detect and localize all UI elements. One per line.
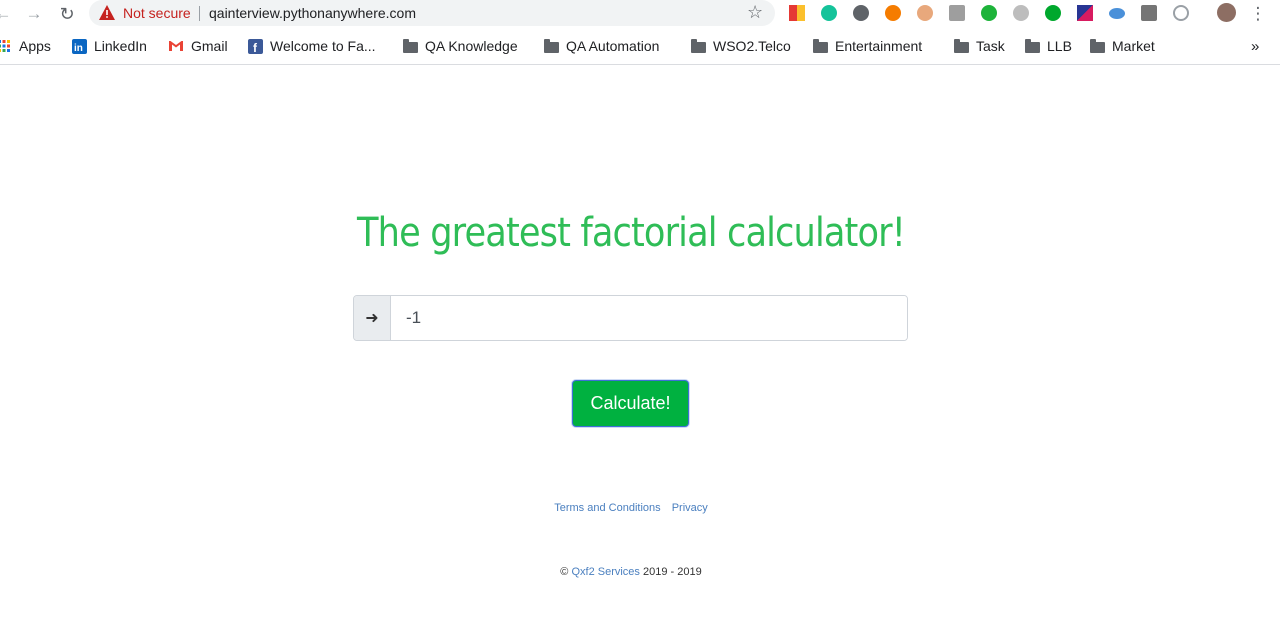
bookmark-label: Market (1112, 38, 1155, 54)
bookmarks-bar: Apps in LinkedIn Gmail f Welcome to Fa..… (0, 33, 1280, 59)
url-text[interactable]: qainterview.pythonanywhere.com (209, 5, 416, 21)
terms-link[interactable]: Terms and Conditions (554, 502, 660, 514)
folder-icon (543, 38, 559, 54)
bookmark-folder-task[interactable]: Task (953, 33, 1005, 59)
bookmark-label: QA Knowledge (425, 38, 518, 54)
folder-icon (953, 38, 969, 54)
facebook-icon: f (247, 38, 263, 54)
extension-icon[interactable] (981, 5, 997, 21)
menu-kebab-icon[interactable]: ⋮ (1247, 3, 1269, 25)
bookmark-folder-qa-automation[interactable]: QA Automation (543, 33, 659, 59)
bookmark-label: Gmail (191, 38, 228, 54)
extension-icon[interactable] (1173, 5, 1189, 21)
bookmark-label: QA Automation (566, 38, 660, 54)
toolbar-divider (0, 64, 1280, 65)
bookmark-label: WSO2.Telco (713, 38, 791, 54)
footer-links: Terms and Conditions Privacy (0, 502, 1262, 514)
browser-toolbar: ← → ↻ Not secure qainterview.pythonanywh… (0, 0, 1280, 28)
grammarly-icon[interactable] (821, 5, 837, 21)
extension-icon[interactable] (789, 5, 805, 21)
security-status[interactable]: Not secure (123, 5, 191, 21)
back-icon[interactable]: ← (0, 3, 14, 25)
folder-icon (690, 38, 706, 54)
folder-icon (1024, 38, 1040, 54)
profile-avatar[interactable] (1217, 3, 1236, 22)
more-bookmarks-chevron-icon[interactable]: » (1251, 33, 1259, 59)
apps-grid-icon (0, 38, 12, 54)
address-bar[interactable]: Not secure qainterview.pythonanywhere.co… (89, 0, 775, 26)
extension-icon[interactable] (1141, 5, 1157, 21)
linkedin-icon: in (71, 38, 87, 54)
bookmark-folder-qa-knowledge[interactable]: QA Knowledge (402, 33, 518, 59)
arrow-right-icon: ➜ (354, 296, 391, 340)
bookmark-label: LinkedIn (94, 38, 147, 54)
page-title: The greatest factorial calculator! (357, 210, 906, 256)
bookmark-folder-market[interactable]: Market (1089, 33, 1155, 59)
bookmark-label: LLB (1047, 38, 1072, 54)
number-input-group: ➜ (353, 295, 908, 341)
bookmark-gmail[interactable]: Gmail (168, 33, 228, 59)
company-link[interactable]: Qxf2 Services (571, 566, 639, 578)
folder-icon (402, 38, 418, 54)
copyright-years: 2019 - 2019 (642, 566, 702, 578)
bookmark-folder-llb[interactable]: LLB (1024, 33, 1072, 59)
copyright-symbol: © (560, 566, 569, 578)
privacy-link[interactable]: Privacy (672, 502, 708, 514)
warning-icon (99, 5, 115, 20)
extension-icon[interactable] (1077, 5, 1093, 21)
svg-text:in: in (74, 43, 83, 54)
folder-icon (812, 38, 828, 54)
evernote-icon[interactable] (1045, 5, 1061, 21)
bookmark-label: Entertainment (835, 38, 923, 54)
extension-icon[interactable] (853, 5, 869, 21)
globe-icon[interactable] (1013, 5, 1029, 21)
bookmark-label: Task (976, 38, 1005, 54)
omnibox-divider (199, 6, 200, 21)
extension-icon[interactable] (885, 5, 901, 21)
bookmark-label: Welcome to Fa... (270, 38, 376, 54)
number-input[interactable] (391, 296, 907, 340)
bookmark-label: Apps (19, 38, 51, 54)
folder-icon (1089, 38, 1105, 54)
bookmark-folder-entertainment[interactable]: Entertainment (812, 33, 922, 59)
bookmark-star-icon[interactable]: ☆ (747, 2, 763, 23)
calculate-button[interactable]: Calculate! (572, 380, 689, 427)
bookmark-apps[interactable]: Apps (0, 33, 51, 59)
extension-icon[interactable] (949, 5, 965, 21)
cloud-icon[interactable] (1109, 8, 1125, 19)
copyright: © Qxf2 Services 2019 - 2019 (0, 566, 1262, 578)
bookmark-linkedin[interactable]: in LinkedIn (71, 33, 147, 59)
forward-icon[interactable]: → (23, 3, 45, 25)
bookmark-facebook[interactable]: f Welcome to Fa... (247, 33, 376, 59)
extension-icon[interactable] (917, 5, 933, 21)
gmail-icon (168, 38, 184, 54)
bookmark-folder-wso2-telco[interactable]: WSO2.Telco (690, 33, 791, 59)
reload-icon[interactable]: ↻ (56, 3, 78, 25)
